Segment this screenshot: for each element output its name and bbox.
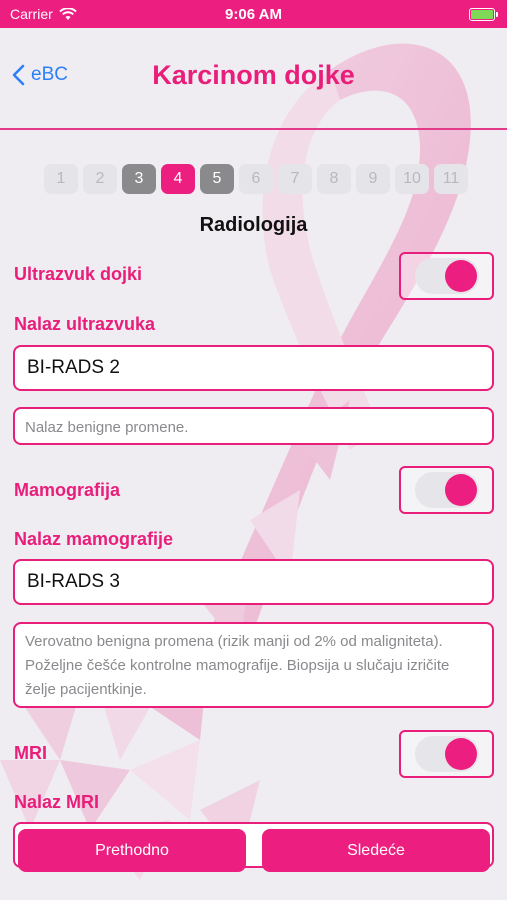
page-3-button[interactable]: 3 (122, 164, 156, 194)
page-9-button[interactable]: 9 (356, 164, 390, 194)
toggle-switch (414, 258, 479, 294)
page-5-button[interactable]: 5 (200, 164, 234, 194)
mri-result-label: Nalaz MRI (14, 792, 100, 812)
mammography-result-label: Nalaz mamografije (14, 529, 174, 549)
section-title: Radiologija (199, 214, 308, 236)
page-7-button[interactable]: 7 (278, 164, 312, 194)
battery-icon (469, 7, 498, 21)
page-4-button[interactable]: 4 (161, 164, 195, 194)
mammography-result-field[interactable]: BI-RADS 3 (13, 559, 494, 605)
previous-button[interactable]: Prethodno (18, 829, 246, 872)
ultrasound-result-label: Nalaz ultrazvuka (14, 314, 156, 334)
mammography-description: Verovatno benigna promena (rizik manji o… (13, 622, 494, 708)
mri-label: MRI (14, 743, 47, 763)
step-pager: 1 2 3 4 5 6 7 8 9 10 11 (44, 164, 468, 194)
mammography-label: Mamografija (14, 480, 121, 500)
wifi-icon (59, 7, 77, 20)
ultrasound-description: Nalaz benigne promene. (13, 407, 494, 445)
page-10-button[interactable]: 10 (395, 164, 429, 194)
toggle-switch (414, 472, 479, 508)
mammography-toggle[interactable] (399, 466, 494, 514)
status-bar: Carrier 9:06 AM (0, 0, 507, 28)
divider (0, 128, 507, 130)
page-11-button[interactable]: 11 (434, 164, 468, 194)
navigation-bar: eBC Karcinom dojke (0, 28, 507, 128)
mri-toggle[interactable] (399, 730, 494, 778)
page-1-button[interactable]: 1 (44, 164, 78, 194)
page-title: Karcinom dojke (152, 60, 355, 90)
toggle-switch (414, 736, 479, 772)
ultrasound-result-field[interactable]: BI-RADS 2 (13, 345, 494, 391)
page-6-button[interactable]: 6 (239, 164, 273, 194)
next-button[interactable]: Sledeće (262, 829, 490, 872)
status-left: Carrier (10, 6, 77, 22)
carrier-label: Carrier (10, 6, 53, 22)
ultrasound-label: Ultrazvuk dojki (14, 264, 143, 284)
page-2-button[interactable]: 2 (83, 164, 117, 194)
ultrasound-toggle[interactable] (399, 252, 494, 300)
page-8-button[interactable]: 8 (317, 164, 351, 194)
